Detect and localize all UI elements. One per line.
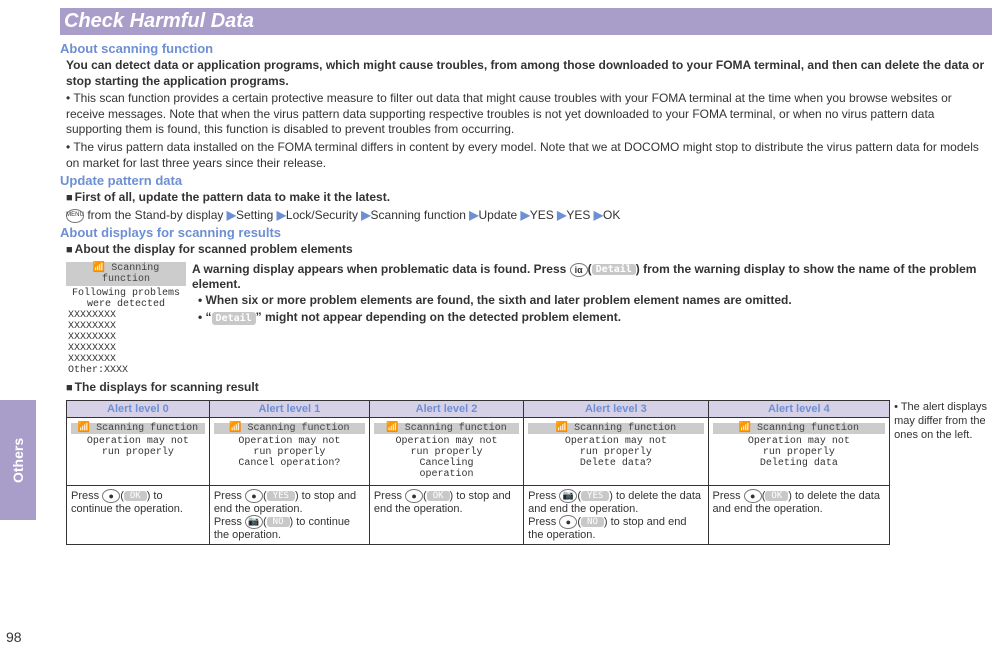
alert2-screen: 📶 Scanning function Operation may notrun… — [374, 421, 519, 482]
ok-key-icon: ● — [405, 489, 423, 503]
alert-table: Alert level 0 Alert level 1 Alert level … — [66, 400, 890, 545]
alert0-screen: 📶 Scanning function Operation may notrun… — [71, 421, 205, 460]
warn-b1: When six or more problem elements are fo… — [198, 293, 992, 309]
alert-h2: Alert level 2 — [369, 400, 523, 417]
alert3-screen: 📶 Scanning function Operation may notrun… — [528, 421, 703, 471]
nav4: Update — [479, 208, 518, 222]
problem-screen-title: 📶 Scanning function — [66, 262, 186, 286]
pother: Other:XXXX — [68, 365, 184, 376]
nav7: OK — [603, 208, 620, 222]
update-sub: First of all, update the pattern data to… — [66, 190, 992, 206]
detail-button: Detail — [592, 264, 636, 275]
nav-arrow-icon: ▶ — [227, 208, 236, 222]
no-label: NO — [267, 517, 290, 527]
scanning-bullet-1: This scan function provides a certain pr… — [66, 91, 992, 138]
warn-lead: A warning display appears when problemat… — [192, 262, 992, 291]
update-nav: MENU from the Stand-by display ▶Setting … — [66, 208, 992, 224]
detail-button: Detail — [212, 312, 256, 325]
nav-pre: from the Stand-by display — [84, 208, 223, 222]
nav6: YES — [566, 208, 590, 222]
side-tab-others: Others — [0, 400, 36, 520]
side-note: • The alert displays may differ from the… — [894, 398, 992, 545]
ok-key-icon: ● — [245, 489, 263, 503]
ok-key-icon: ● — [744, 489, 762, 503]
results-sub2: The displays for scanning result — [66, 380, 992, 396]
pl1: Following problems — [68, 288, 184, 299]
nav-arrow-icon: ▶ — [277, 208, 286, 222]
ok-key-icon: ● — [559, 515, 577, 529]
nav-arrow-icon: ▶ — [361, 208, 370, 222]
alert4-desc: Press ●(OK) to delete the data and end t… — [708, 485, 890, 544]
menu-key-icon: MENU — [66, 209, 84, 223]
ok-label: OK — [124, 491, 147, 501]
px1: XXXXXXXX — [68, 310, 184, 321]
px3: XXXXXXXX — [68, 332, 184, 343]
px2: XXXXXXXX — [68, 321, 184, 332]
alert1-desc: Press ●(YES) to stop and end the operati… — [209, 485, 369, 544]
alert-h1: Alert level 1 — [209, 400, 369, 417]
nav1: Setting — [236, 208, 273, 222]
ok-label: OK — [765, 491, 788, 501]
scanning-lead: You can detect data or application progr… — [66, 58, 992, 89]
camera-key-icon: 📷 — [559, 489, 577, 503]
nav-arrow-icon: ▶ — [521, 208, 530, 222]
nav-arrow-icon: ▶ — [557, 208, 566, 222]
camera-key-icon: 📷 — [245, 515, 263, 529]
alert1-screen: 📶 Scanning function Operation may notrun… — [214, 421, 365, 471]
section-update-head: Update pattern data — [60, 173, 992, 188]
results-sub1: About the display for scanned problem el… — [66, 242, 992, 258]
nav2: Lock/Security — [286, 208, 358, 222]
alert2-desc: Press ●(OK) to stop and end the operatio… — [369, 485, 523, 544]
softkey-icon: iα — [570, 263, 588, 277]
alert-h3: Alert level 3 — [524, 400, 708, 417]
problem-screen: 📶 Scanning function Following problems w… — [66, 262, 186, 378]
section-scanning-head: About scanning function — [60, 41, 992, 56]
section-results-head: About displays for scanning results — [60, 225, 992, 240]
page-title: Check Harmful Data — [60, 8, 992, 35]
pl2: were detected — [68, 299, 184, 310]
alert-h0: Alert level 0 — [67, 400, 210, 417]
alert-h4: Alert level 4 — [708, 400, 890, 417]
ok-label: OK — [427, 491, 450, 501]
alert0-desc: Press ●(OK) to continue the operation. — [67, 485, 210, 544]
yes-label: YES — [581, 491, 609, 501]
alert3-desc: Press 📷(YES) to delete the data and end … — [524, 485, 708, 544]
nav-arrow-icon: ▶ — [469, 208, 478, 222]
nav3: Scanning function — [371, 208, 466, 222]
yes-label: YES — [267, 491, 295, 501]
page-number: 98 — [6, 629, 22, 645]
nav-arrow-icon: ▶ — [594, 208, 603, 222]
ok-key-icon: ● — [102, 489, 120, 503]
px4: XXXXXXXX — [68, 343, 184, 354]
alert4-screen: 📶 Scanning function Operation may notrun… — [713, 421, 886, 471]
scanning-bullet-2: The virus pattern data installed on the … — [66, 140, 992, 171]
px5: XXXXXXXX — [68, 354, 184, 365]
warn-b2: “Detail” might not appear depending on t… — [198, 310, 992, 326]
no-label: NO — [581, 517, 604, 527]
nav5: YES — [530, 208, 554, 222]
